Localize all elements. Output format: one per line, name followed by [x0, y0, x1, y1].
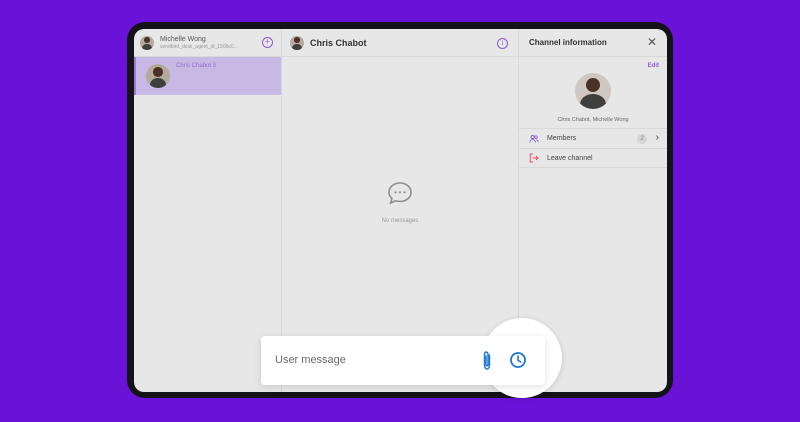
user-name: Michelle Wong	[160, 35, 206, 43]
channel-info-header: Channel information ✕	[519, 29, 667, 57]
leave-icon	[529, 153, 539, 163]
members-icon	[529, 134, 539, 143]
message-input-card: User message	[261, 336, 545, 385]
new-chat-icon[interactable]: +	[262, 37, 273, 48]
user-id: sendbird_desk_agent_id_1506c0...	[160, 43, 238, 50]
conversation-title: Chris Chabot	[310, 37, 367, 48]
channel-info-title: Channel information	[529, 38, 607, 47]
members-label: Members	[547, 135, 577, 142]
channel-name: Chris Chabot 3	[176, 63, 217, 69]
chat-bubble-icon	[388, 182, 412, 205]
close-icon[interactable]: ✕	[647, 36, 657, 48]
leave-channel-row[interactable]: Leave channel	[519, 148, 667, 168]
empty-state: No messages	[282, 181, 518, 224]
channel-avatar	[146, 64, 170, 88]
no-messages-text: No messages	[381, 218, 419, 224]
channel-member-names: Chris Chabot, Michelle Wong	[557, 117, 629, 123]
user-info: Michelle Wong sendbird_desk_agent_id_150…	[160, 36, 238, 50]
channel-profile-avatar	[575, 73, 611, 109]
user-avatar[interactable]	[140, 35, 154, 50]
members-row[interactable]: Members 2 ›	[519, 128, 667, 148]
conversation-avatar	[290, 35, 304, 50]
edit-button[interactable]: Edit	[648, 63, 659, 69]
message-input[interactable]: User message	[275, 354, 346, 366]
channel-list-panel: Michelle Wong sendbird_desk_agent_id_150…	[134, 29, 282, 392]
channel-profile: Chris Chabot, Michelle Wong	[519, 73, 667, 123]
info-icon[interactable]: i	[497, 38, 508, 49]
chevron-right-icon: ›	[655, 132, 659, 143]
leave-channel-label: Leave channel	[547, 154, 593, 162]
paperclip-icon[interactable]	[480, 350, 494, 372]
conversation-header: Chris Chabot i	[282, 29, 518, 57]
members-count-badge: 2	[637, 134, 647, 144]
channel-list-item[interactable]: Chris Chabot 3	[134, 57, 281, 95]
channel-list-header: Michelle Wong sendbird_desk_agent_id_150…	[134, 29, 281, 57]
clock-icon[interactable]	[509, 351, 527, 369]
